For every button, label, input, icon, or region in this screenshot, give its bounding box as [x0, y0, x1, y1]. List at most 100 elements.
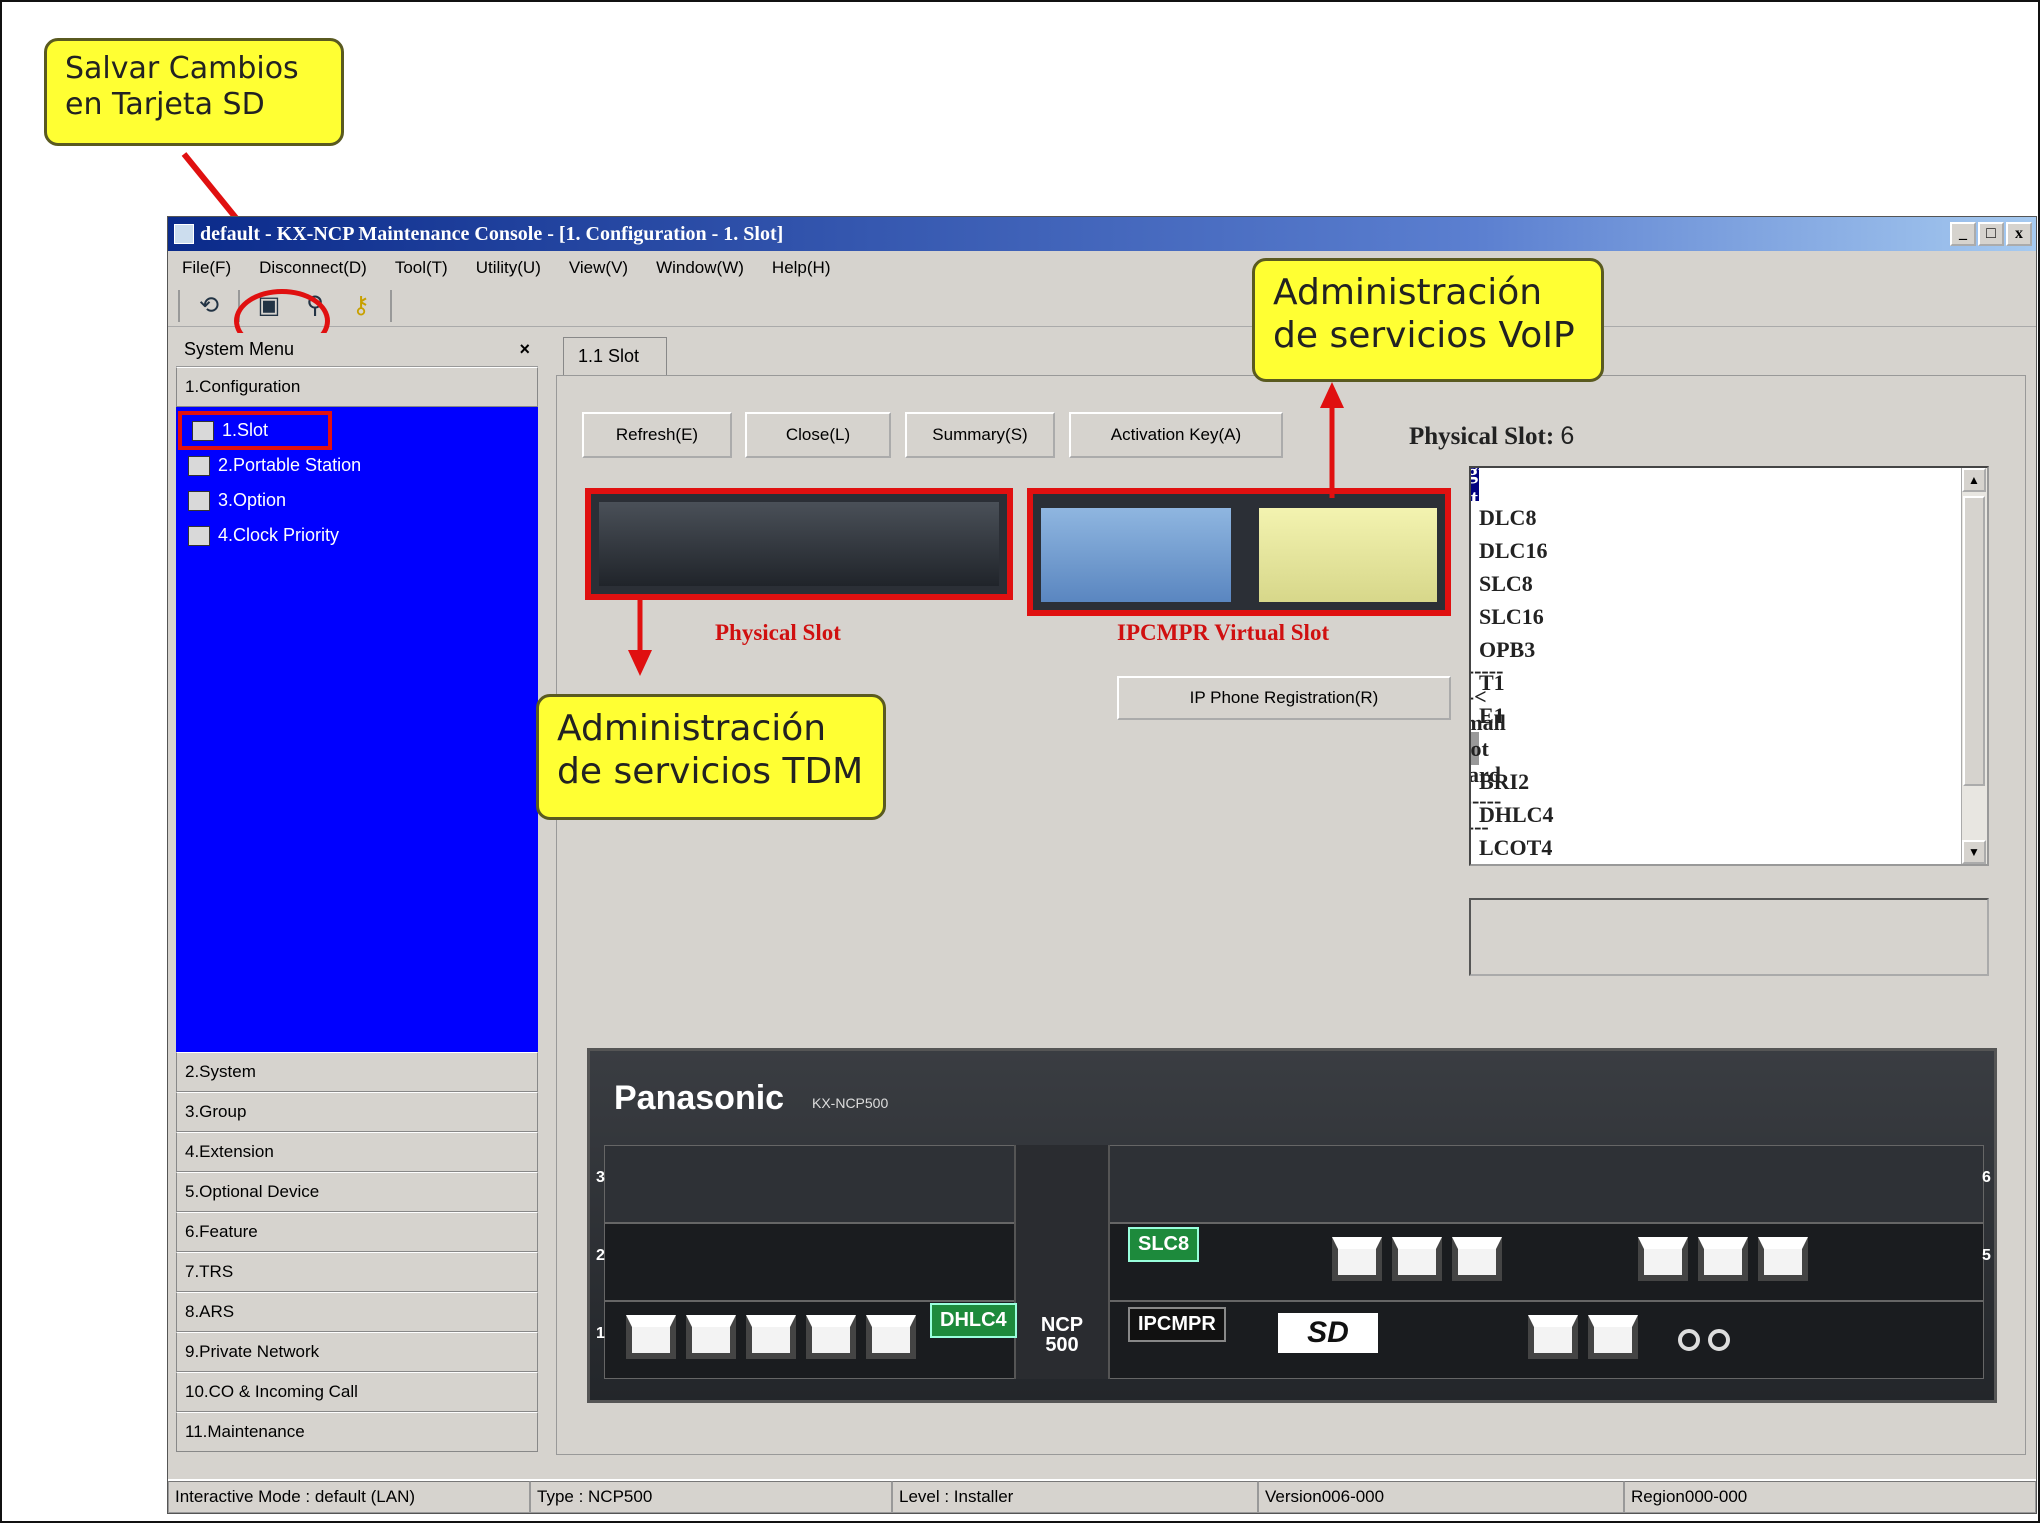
- card-list-rows: ----------< Regular Slot Card >---------…: [1471, 468, 1987, 864]
- slot-icon: [192, 420, 214, 441]
- card-list-separator[interactable]: ----------< Small Slot Card >----------: [1471, 658, 1506, 839]
- menu-view[interactable]: View(V): [569, 258, 628, 278]
- tree-item-portable-station[interactable]: 2.Portable Station: [176, 448, 538, 483]
- section-ars[interactable]: 8.ARS: [176, 1292, 538, 1332]
- sd-card-logo: SD: [1278, 1313, 1378, 1353]
- card-tag-dhlc4: DHLC4: [930, 1303, 1017, 1338]
- virtual-slot-caption: IPCMPR Virtual Slot: [1117, 620, 1330, 645]
- sidebar-header: System Menu ×: [176, 333, 538, 367]
- section-feature[interactable]: 6.Feature: [176, 1212, 538, 1252]
- section-trs[interactable]: 7.TRS: [176, 1252, 538, 1292]
- card-list-item[interactable]: OPB3: [1471, 633, 1987, 666]
- virtual-slot-thumbnail[interactable]: [1027, 488, 1451, 616]
- rj-port: [1638, 1237, 1688, 1281]
- refresh-button[interactable]: Refresh(E): [582, 412, 732, 458]
- clock-priority-icon: [188, 525, 210, 546]
- scroll-thumb[interactable]: [1963, 496, 1985, 786]
- status-mode: Interactive Mode : default (LAN): [168, 1481, 530, 1513]
- section-optional-device[interactable]: 5.Optional Device: [176, 1172, 538, 1212]
- card-list-item[interactable]: T1: [1471, 666, 1987, 699]
- callout-save-sd: Salvar Cambios en Tarjeta SD: [44, 38, 344, 146]
- close-window-button[interactable]: x: [2006, 222, 2032, 246]
- callout-arrow-tdm: [628, 594, 652, 676]
- audio-jack-icon: [1678, 1329, 1700, 1351]
- card-list-item[interactable]: SLC8: [1471, 567, 1987, 600]
- slot-number-2: 2: [596, 1247, 605, 1264]
- section-private-network[interactable]: 9.Private Network: [176, 1332, 538, 1372]
- configuration-tree: 1.Slot 2.Portable Station 3.Option 4.Clo…: [176, 407, 538, 1052]
- card-list-item[interactable]: E1: [1471, 699, 1987, 732]
- app-icon: [174, 224, 194, 244]
- physical-slot-caption: Physical Slot: [715, 620, 841, 645]
- menu-window[interactable]: Window(W): [656, 258, 744, 278]
- slot-number-3: 3: [596, 1169, 605, 1186]
- connect-icon[interactable]: ⟲: [192, 289, 226, 323]
- slot-number-5: 5: [1982, 1247, 1991, 1264]
- rj-port: [746, 1315, 796, 1359]
- device-model: KX-NCP500: [812, 1095, 889, 1111]
- card-list-item[interactable]: LCOT4: [1471, 831, 1987, 864]
- maintenance-console-window: default - KX-NCP Maintenance Console - […: [167, 216, 2037, 1514]
- scroll-down-icon[interactable]: ▼: [1962, 840, 1986, 864]
- tree-item-option[interactable]: 3.Option: [176, 483, 538, 518]
- tree-item-label: 2.Portable Station: [218, 455, 362, 475]
- menu-utility[interactable]: Utility(U): [476, 258, 541, 278]
- menu-tool[interactable]: Tool(T): [395, 258, 448, 278]
- slot-number-6: 6: [1982, 1169, 1991, 1186]
- summary-button[interactable]: Summary(S): [905, 412, 1055, 458]
- physical-slot-label: Physical Slot:: [1409, 423, 1555, 450]
- maximize-button[interactable]: □: [1978, 222, 2004, 246]
- audio-jack-icon: [1708, 1329, 1730, 1351]
- status-bar: Interactive Mode : default (LAN) Type : …: [168, 1479, 2036, 1513]
- physical-slot-thumbnail[interactable]: [585, 488, 1013, 600]
- sidebar-title: System Menu: [184, 339, 295, 359]
- rj-port: [1758, 1237, 1808, 1281]
- card-type-list[interactable]: ----------< Regular Slot Card >---------…: [1469, 466, 1989, 866]
- status-level: Level : Installer: [892, 1481, 1258, 1513]
- card-list-item[interactable]: DHLC4: [1471, 798, 1987, 831]
- activation-key-button[interactable]: Activation Key(A): [1069, 412, 1283, 458]
- status-version: Version006-000: [1258, 1481, 1624, 1513]
- sidebar-close-button[interactable]: ×: [519, 339, 530, 360]
- card-tag-ipcmpr: IPCMPR: [1128, 1307, 1226, 1342]
- tab-slot[interactable]: 1.1 Slot: [563, 337, 667, 375]
- ncp500-device-image: Panasonic KX-NCP500 NCP 500 3 2 1 6 5 DH…: [587, 1048, 1997, 1403]
- lan-port: [1588, 1315, 1638, 1359]
- toolbar-separator: [178, 289, 180, 322]
- card-list-item[interactable]: SLC16: [1471, 600, 1987, 633]
- tree-item-label: 3.Option: [218, 490, 287, 510]
- menu-file[interactable]: File(F): [182, 258, 231, 278]
- status-type: Type : NCP500: [530, 1481, 892, 1513]
- title-bar: default - KX-NCP Maintenance Console - […: [168, 217, 2036, 251]
- ip-phone-registration-button[interactable]: IP Phone Registration(R): [1117, 676, 1451, 720]
- card-list-separator[interactable]: ----------< Regular Slot Card >---------…: [1471, 468, 1517, 562]
- tree-item-label: 4.Clock Priority: [218, 525, 340, 545]
- rj-port: [866, 1315, 916, 1359]
- section-group[interactable]: 3.Group: [176, 1092, 538, 1132]
- section-co-incoming-call[interactable]: 10.CO & Incoming Call: [176, 1372, 538, 1412]
- tree-item-slot[interactable]: 1.Slot: [178, 411, 332, 450]
- section-system[interactable]: 2.System: [176, 1052, 538, 1092]
- section-configuration[interactable]: 1.Configuration: [176, 367, 538, 407]
- system-menu-sidebar: System Menu × 1.Configuration 1.Slot 2.P…: [176, 333, 538, 1473]
- callout-voip: Administración de servicios VoIP: [1252, 258, 1604, 382]
- card-list-scrollbar[interactable]: ▲ ▼: [1961, 468, 1987, 864]
- minimize-button[interactable]: _: [1950, 222, 1976, 246]
- close-button[interactable]: Close(L): [745, 412, 891, 458]
- section-extension[interactable]: 4.Extension: [176, 1132, 538, 1172]
- rj-port: [1452, 1237, 1502, 1281]
- menu-disconnect[interactable]: Disconnect(D): [259, 258, 367, 278]
- keys-icon[interactable]: ⚷: [344, 289, 378, 323]
- menu-bar: File(F) Disconnect(D) Tool(T) Utility(U)…: [168, 253, 2036, 283]
- window-title: default - KX-NCP Maintenance Console - […: [200, 222, 784, 245]
- card-list-item[interactable]: DLC8: [1471, 501, 1987, 534]
- menu-help[interactable]: Help(H): [772, 258, 831, 278]
- virtual-slot-right-board: [1259, 508, 1437, 602]
- option-icon: [188, 490, 210, 511]
- section-maintenance[interactable]: 11.Maintenance: [176, 1412, 538, 1452]
- card-list-item[interactable]: BRI2: [1471, 765, 1987, 798]
- card-list-item[interactable]: DLC16: [1471, 534, 1987, 567]
- scroll-up-icon[interactable]: ▲: [1962, 468, 1986, 492]
- rj-port: [1332, 1237, 1382, 1281]
- tree-item-clock-priority[interactable]: 4.Clock Priority: [176, 518, 538, 553]
